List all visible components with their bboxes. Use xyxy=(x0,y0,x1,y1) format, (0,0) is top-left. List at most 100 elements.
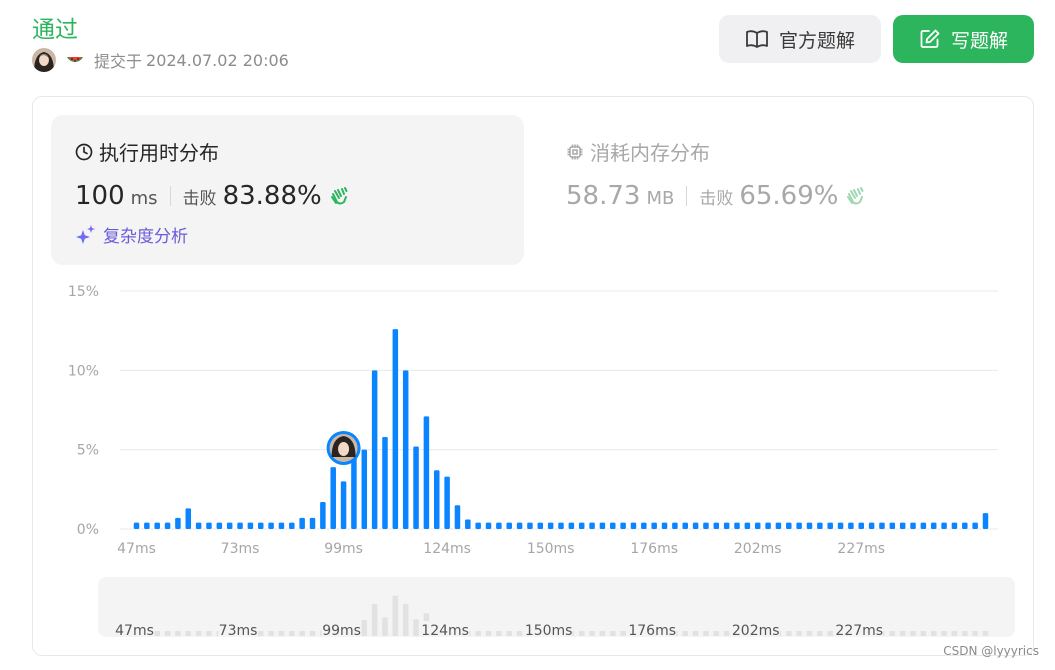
chart-bar[interactable] xyxy=(351,454,357,529)
chart-bar[interactable] xyxy=(164,522,171,529)
chart-bar[interactable] xyxy=(444,476,450,529)
chart-bar[interactable] xyxy=(692,522,699,529)
chart-bar[interactable] xyxy=(465,519,471,529)
chart-bar[interactable] xyxy=(340,481,347,529)
chart-bar[interactable] xyxy=(817,522,823,529)
chart-bar[interactable] xyxy=(299,517,305,529)
chart-bar[interactable] xyxy=(330,467,336,529)
chart-bar[interactable] xyxy=(216,522,223,529)
chart-bar[interactable] xyxy=(175,517,181,529)
chart-bar[interactable] xyxy=(237,522,243,529)
chart-bar[interactable] xyxy=(941,522,947,529)
chart-bar[interactable] xyxy=(620,522,626,529)
x-tick-label: 124ms xyxy=(423,541,471,557)
chart-bar[interactable] xyxy=(434,470,440,529)
chart-bar[interactable] xyxy=(962,522,968,529)
range-selector[interactable]: 47ms 73ms 99ms 124ms 150ms 176ms 202ms 227ms xyxy=(98,577,1015,639)
chart-bar[interactable] xyxy=(641,522,647,529)
mini-bar xyxy=(899,631,906,636)
chart-bar[interactable] xyxy=(765,522,771,529)
chart-bar[interactable] xyxy=(257,522,264,529)
chart-bar[interactable] xyxy=(506,522,512,529)
chart-bar[interactable] xyxy=(744,522,751,529)
mini-bar xyxy=(392,595,399,636)
chart-bar[interactable] xyxy=(827,522,833,529)
mini-bar xyxy=(796,631,802,636)
chart-bar[interactable] xyxy=(154,522,160,529)
chart-bar[interactable] xyxy=(848,522,854,529)
chart-bar[interactable] xyxy=(516,522,523,529)
runtime-distribution-chart[interactable]: 0% 5% 10% 15% 47ms 73ms 99ms 124ms 150ms 176ms 20… xyxy=(0,0,1055,670)
chart-bar[interactable] xyxy=(475,522,481,529)
chart-bar[interactable] xyxy=(920,522,927,529)
chart-bar[interactable] xyxy=(402,370,409,529)
chart-bar[interactable] xyxy=(392,329,399,529)
chart-bar[interactable] xyxy=(289,522,295,529)
mini-bar xyxy=(496,631,502,636)
chart-bar[interactable] xyxy=(972,522,978,529)
x-tick-label: 99ms xyxy=(324,541,363,557)
chart-bar[interactable] xyxy=(786,522,792,529)
chart-bar[interactable] xyxy=(672,522,678,529)
chart-bar[interactable] xyxy=(547,522,554,529)
chart-bar[interactable] xyxy=(423,416,430,529)
chart-bar[interactable] xyxy=(775,522,782,529)
mini-bar xyxy=(578,631,585,636)
chart-bar[interactable] xyxy=(185,508,192,529)
x-axis-ticks: 47ms 73ms 99ms 124ms 150ms 176ms 202ms 227ms xyxy=(117,541,885,557)
mini-bar xyxy=(703,631,709,636)
chart-bar[interactable] xyxy=(858,522,865,529)
chart-bar[interactable] xyxy=(879,522,885,529)
chart-bar[interactable] xyxy=(723,522,730,529)
chart-bar[interactable] xyxy=(806,522,813,529)
chart-bar[interactable] xyxy=(734,522,740,529)
chart-bar[interactable] xyxy=(630,522,637,529)
chart-bar[interactable] xyxy=(226,522,233,529)
chart-bar[interactable] xyxy=(568,522,575,529)
chart-bar[interactable] xyxy=(485,522,492,529)
chart-bar[interactable] xyxy=(982,513,989,529)
chart-bar[interactable] xyxy=(320,502,326,529)
chart-bar[interactable] xyxy=(268,522,274,529)
chart-bar[interactable] xyxy=(651,522,657,529)
x-tick-label: 150ms xyxy=(527,541,575,557)
chart-bar[interactable] xyxy=(527,522,533,529)
chart-bar[interactable] xyxy=(682,522,688,529)
chart-bar[interactable] xyxy=(144,522,150,529)
chart-bar[interactable] xyxy=(951,522,958,529)
mini-bar xyxy=(289,631,295,636)
chart-bar[interactable] xyxy=(278,522,285,529)
chart-bar[interactable] xyxy=(133,522,140,529)
chart-bar[interactable] xyxy=(371,370,378,529)
chart-bar[interactable] xyxy=(610,522,616,529)
chart-bar[interactable] xyxy=(578,522,585,529)
chart-bar[interactable] xyxy=(899,522,906,529)
chart-bar[interactable] xyxy=(837,522,844,529)
chart-bar[interactable] xyxy=(930,522,937,529)
my-submission-marker[interactable] xyxy=(326,431,361,465)
chart-bar[interactable] xyxy=(558,522,564,529)
chart-bar[interactable] xyxy=(361,449,368,529)
chart-bar[interactable] xyxy=(247,522,254,529)
mini-bar xyxy=(413,619,419,636)
mini-bar xyxy=(185,631,192,636)
chart-bar[interactable] xyxy=(382,436,388,529)
chart-bar[interactable] xyxy=(496,522,502,529)
chart-bar[interactable] xyxy=(910,522,916,529)
chart-bar[interactable] xyxy=(796,522,802,529)
chart-bar[interactable] xyxy=(868,522,875,529)
chart-bar[interactable] xyxy=(589,522,595,529)
chart-bar[interactable] xyxy=(454,505,461,529)
chart-bar[interactable] xyxy=(889,522,896,529)
chart-bar[interactable] xyxy=(206,522,212,529)
chart-bar[interactable] xyxy=(537,522,544,529)
chart-bar[interactable] xyxy=(703,522,709,529)
chart-bar[interactable] xyxy=(713,522,720,529)
chart-bar[interactable] xyxy=(195,522,202,529)
chart-bar[interactable] xyxy=(661,522,668,529)
chart-bar[interactable] xyxy=(754,522,761,529)
chart-bar[interactable] xyxy=(413,446,419,529)
mini-bar xyxy=(910,631,916,636)
chart-bar[interactable] xyxy=(309,517,316,529)
chart-bar[interactable] xyxy=(599,522,606,529)
